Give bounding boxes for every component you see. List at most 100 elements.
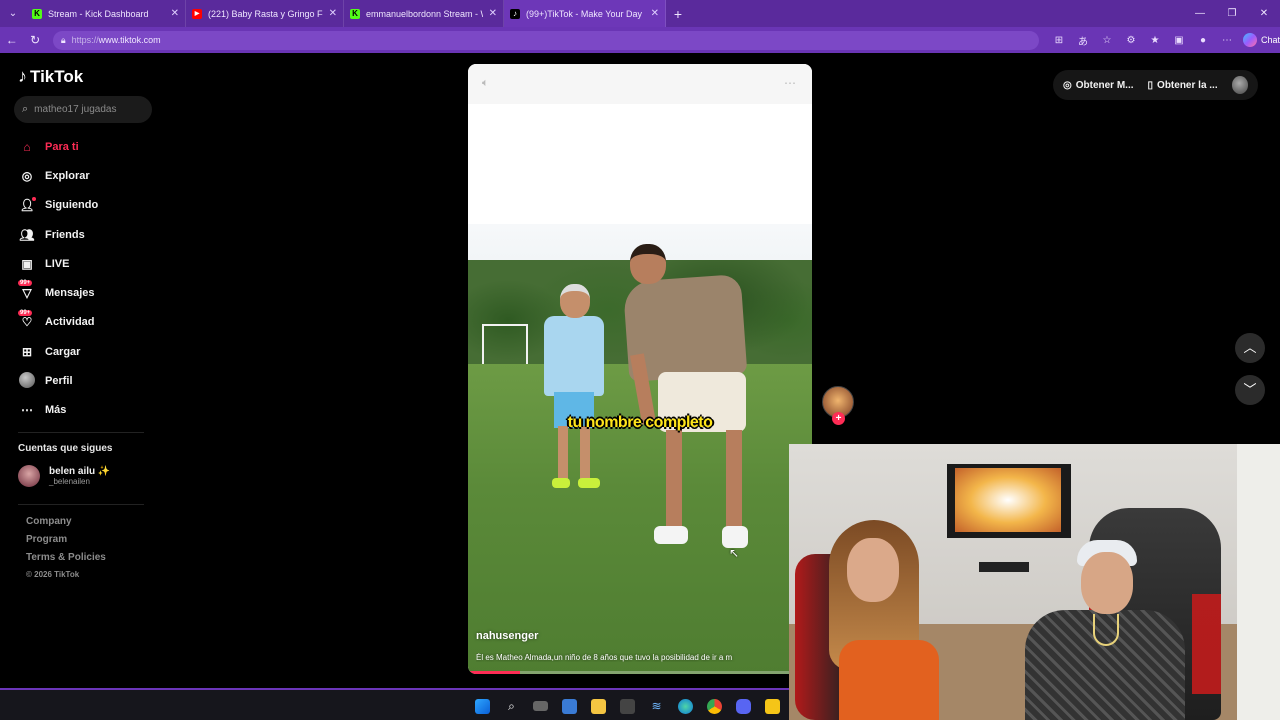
tv-in-background [947, 464, 1071, 538]
favorite-star-icon[interactable]: ☆ [1095, 35, 1119, 46]
more-options-icon[interactable]: ⋯ [1215, 35, 1239, 46]
collections-icon[interactable]: ▣ [1167, 35, 1191, 46]
start-icon[interactable] [468, 696, 497, 716]
file-explorer-icon[interactable] [584, 696, 613, 716]
following-account[interactable]: belen ailu ✨ _belenailen [18, 465, 110, 487]
close-tab-icon[interactable]: ✕ [651, 8, 659, 19]
url-field[interactable]: 🔒︎ https:// www.tiktok.com [52, 30, 1039, 50]
volume-icon[interactable]: 🔈︎ [482, 77, 489, 90]
discord-icon[interactable] [729, 696, 758, 716]
tiktok-logo[interactable]: ♪ TikTok [18, 66, 83, 87]
close-tab-icon[interactable]: ✕ [489, 8, 497, 19]
notes-app-icon[interactable] [758, 696, 787, 716]
kick-favicon-icon: K [350, 8, 360, 19]
logo-text: TikTok [30, 66, 84, 86]
sidebar-nav: ⌂ Para ti ◎ Explorar 👤︎ Siguiendo 👥︎ Fri… [14, 132, 154, 425]
widgets-icon[interactable] [555, 696, 584, 716]
store-icon[interactable] [613, 696, 642, 716]
favorites-icon[interactable]: ★ [1143, 35, 1167, 46]
divider [18, 432, 144, 433]
sidebar-item-label: Perfil [45, 375, 73, 388]
sidebar-item-siguiendo[interactable]: 👤︎ Siguiendo [14, 191, 154, 220]
footer-link-company[interactable]: Company [26, 516, 106, 534]
new-tab-button[interactable]: + [666, 6, 690, 22]
following-section-title: Cuentas que sigues [18, 443, 113, 454]
reload-icon[interactable]: ↻ [23, 33, 46, 47]
video-progress-fill [468, 671, 520, 674]
footer-links: Company Program Terms & Policies © 2026 … [26, 516, 106, 588]
footer-link-terms[interactable]: Terms & Policies [26, 552, 106, 570]
screen: ⌄ K Stream - Kick Dashboard ✕ ▶ (221) Ba… [0, 0, 1280, 720]
translate-icon[interactable]: あ [1071, 33, 1095, 48]
mouse-cursor-icon: ↖ [729, 546, 740, 560]
follow-plus-icon[interactable]: + [832, 412, 845, 425]
upload-icon: ⊞ [21, 344, 33, 359]
coin-icon: ◎ [1063, 79, 1072, 91]
sidebar-item-para-ti[interactable]: ⌂ Para ti [14, 132, 154, 161]
sidebar-item-perfil[interactable]: Perfil [14, 366, 154, 395]
streamer-woman [829, 520, 939, 720]
video-description[interactable]: Él es Matheo Almada,un niño de 8 años qu… [476, 653, 806, 662]
chat-label: Chat [1260, 35, 1280, 45]
unread-badge: 99+ [18, 280, 33, 287]
sidebar-item-label: Para ti [45, 140, 79, 153]
sidebar-item-label: LIVE [45, 257, 70, 270]
previous-video-button[interactable]: ︿ [1235, 333, 1265, 363]
restore-icon[interactable]: ❐ [1216, 8, 1248, 19]
get-app-button[interactable]: ▯ Obtener la ... [1148, 80, 1218, 91]
video-player[interactable]: 🔈︎ ⋯ tu nombre completo nahusenger Él es… [468, 64, 812, 674]
tab-actions-menu-icon[interactable]: ⌄ [0, 0, 26, 27]
profile-avatar-icon[interactable]: ● [1191, 35, 1215, 46]
tiktok-favicon-icon: ♪ [510, 8, 520, 19]
sidebar-item-label: Friends [45, 228, 85, 241]
video-progress-bar[interactable] [468, 671, 812, 674]
sidebar-item-label: Cargar [45, 345, 81, 358]
account-avatar [18, 465, 40, 487]
copilot-chat-button[interactable]: Chat [1242, 33, 1280, 47]
browser-address-bar: ← ↻ 🔒︎ https:// www.tiktok.com ⊞ あ ☆ ⚙ ★… [0, 27, 1280, 53]
close-tab-icon[interactable]: ✕ [329, 8, 337, 19]
back-arrow-icon[interactable]: ← [0, 33, 23, 47]
next-video-button[interactable]: ﹀ [1235, 375, 1265, 405]
home-icon: ⌂ [23, 139, 31, 154]
more-options-icon[interactable]: ⋯ [784, 76, 796, 90]
task-view-icon[interactable] [526, 696, 555, 716]
phone-icon: ▯ [1147, 79, 1154, 91]
close-tab-icon[interactable]: ✕ [171, 8, 179, 19]
tab-title: (221) Baby Rasta y Gringo Feat Fa [208, 8, 323, 19]
sidebar-item-explorar[interactable]: ◎ Explorar [14, 161, 154, 190]
get-coins-label: Obtener M... [1075, 79, 1134, 91]
wifi-app-icon[interactable]: ≋ [642, 696, 671, 716]
user-avatar[interactable] [1231, 76, 1248, 94]
site-info-icon[interactable]: 🔒︎ [61, 35, 66, 46]
account-handle: _belenailen [49, 477, 90, 486]
search-input[interactable]: ⌕ matheo17 jugadas [14, 96, 152, 123]
extensions-icon[interactable]: ⚙ [1119, 35, 1143, 46]
get-coins-button[interactable]: ◎ Obtener M... [1063, 80, 1134, 91]
url-protocol: https:// [71, 35, 99, 45]
minimize-icon[interactable]: — [1184, 8, 1216, 19]
video-caption: tu nombre completo [567, 414, 713, 431]
apps-icon[interactable]: ⊞ [1047, 35, 1071, 46]
unread-badge: 99+ [18, 309, 33, 316]
edge-icon[interactable] [671, 696, 700, 716]
sidebar-item-mas[interactable]: ⋯ Más [14, 396, 154, 425]
sidebar-item-mensajes[interactable]: ▽ 99+ Mensajes [14, 278, 154, 307]
browser-tab[interactable]: ▶ (221) Baby Rasta y Gringo Feat Fa ✕ [186, 0, 344, 27]
browser-tab[interactable]: K emmanuelbordonn Stream - Watc ✕ [344, 0, 504, 27]
footer-link-program[interactable]: Program [26, 534, 106, 552]
sidebar-item-live[interactable]: ▣ LIVE [14, 249, 154, 278]
sidebar-item-actividad[interactable]: ♡ 99+ Actividad [14, 308, 154, 337]
toolbar-icons: ⊞ あ ☆ ⚙ ★ ▣ ● ⋯ [1047, 33, 1239, 48]
search-icon[interactable]: ⌕ [497, 696, 526, 716]
sidebar-item-cargar[interactable]: ⊞ Cargar [14, 337, 154, 366]
copilot-icon [1242, 33, 1257, 47]
video-author[interactable]: nahusenger [476, 630, 538, 642]
chrome-icon[interactable] [700, 696, 729, 716]
sidebar-item-friends[interactable]: 👥︎ Friends [14, 220, 154, 249]
top-actions-bar: ◎ Obtener M... ▯ Obtener la ... [1053, 70, 1258, 100]
close-window-icon[interactable]: ✕ [1248, 8, 1280, 19]
notification-dot [32, 196, 36, 201]
browser-tab[interactable]: K Stream - Kick Dashboard ✕ [26, 0, 186, 27]
browser-tab-active[interactable]: ♪ (99+)TikTok - Make Your Day ✕ [504, 0, 666, 27]
